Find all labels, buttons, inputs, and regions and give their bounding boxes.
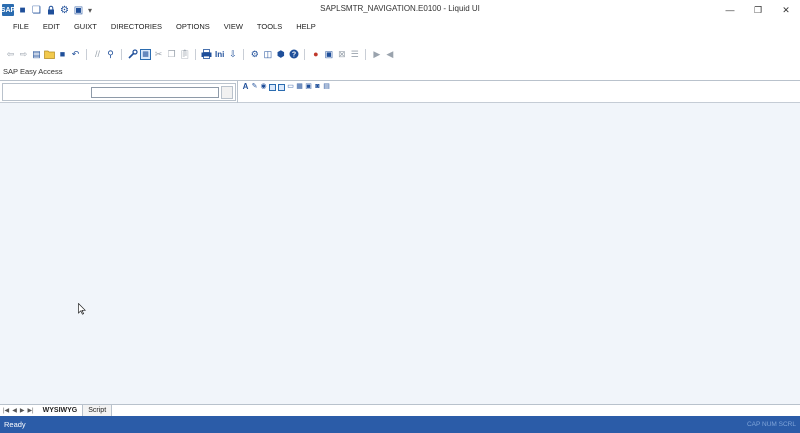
toolbar-separator <box>86 48 87 60</box>
keyboard-indicators: CAP NUM SCRL <box>746 421 796 428</box>
menu-view[interactable]: VIEW <box>217 20 250 34</box>
screen-icon[interactable]: ▣ <box>73 5 84 16</box>
forward-arrow-icon[interactable]: ⇨ <box>18 49 29 60</box>
copy-icon[interactable]: ❏ <box>31 5 42 16</box>
menu-guixt[interactable]: GUIXT <box>67 20 104 34</box>
recording-screen-icon[interactable]: ▣ <box>323 49 334 60</box>
text-element-icon[interactable]: A <box>242 83 249 91</box>
sound-icon[interactable]: ◀ <box>384 49 395 60</box>
toolbar-separator <box>243 48 245 60</box>
wrench-icon[interactable] <box>127 49 138 60</box>
tab-navigation: |◀ ◀ ▶ ▶| <box>0 407 34 414</box>
cut-icon[interactable]: ✂ <box>153 49 164 60</box>
next-tab-icon[interactable]: ▶ <box>20 407 25 414</box>
menu-bar: FILE EDIT GUIXT DIRECTORIES OPTIONS VIEW… <box>0 20 800 34</box>
svg-text:?: ? <box>292 52 296 59</box>
toolbar-separator <box>365 48 367 60</box>
help-icon[interactable]: ? <box>288 49 299 60</box>
editor-tab-strip: |◀ ◀ ▶ ▶| WYSIWYG Script <box>0 404 800 416</box>
open-folder-icon[interactable] <box>44 49 55 60</box>
box-element-icon[interactable] <box>278 83 285 91</box>
table-element-icon[interactable]: ▦ <box>296 83 303 91</box>
new-file-icon[interactable]: ▤ <box>31 49 42 60</box>
first-tab-icon[interactable]: |◀ <box>3 407 9 414</box>
radio-button-element-icon[interactable]: ◉ <box>260 83 267 91</box>
lock-icon[interactable] <box>45 5 56 16</box>
layers-icon[interactable]: ◫ <box>262 49 273 60</box>
paste-icon[interactable]: 📋︎ <box>179 49 190 60</box>
delete-recording-icon[interactable]: ⊠ <box>336 49 347 60</box>
menu-edit[interactable]: EDIT <box>36 20 67 34</box>
package-icon[interactable]: ⬢ <box>275 49 286 60</box>
prev-tab-icon[interactable]: ◀ <box>12 407 17 414</box>
copy-element-icon[interactable]: ❐ <box>166 49 177 60</box>
back-arrow-icon[interactable]: ⇦ <box>5 49 16 60</box>
minimize-button[interactable]: — <box>716 0 744 20</box>
wysiwyg-canvas[interactable] <box>0 103 800 405</box>
comment-icon[interactable]: // <box>92 49 103 60</box>
mouse-cursor-icon <box>78 303 86 315</box>
record-icon[interactable]: ● <box>310 49 321 60</box>
element-palette: A ✎ ◉ ▭ ▦ ▣ ◙ ▤ <box>242 83 330 91</box>
command-field[interactable] <box>91 87 219 98</box>
screen-title: SAP Easy Access <box>3 67 63 76</box>
menu-file[interactable]: FILE <box>6 20 36 34</box>
status-bar: Ready CAP NUM SCRL <box>0 416 800 433</box>
editor-header: A ✎ ◉ ▭ ▦ ▣ ◙ ▤ <box>0 81 800 103</box>
inputfield-element-icon[interactable]: ▤ <box>323 83 330 91</box>
tab-script[interactable]: Script <box>83 405 113 416</box>
main-toolbar: ⇦ ⇨ ▤ ■ ↶ // ⚲ ▦ ✂ ❐ 📋︎ Ini ⇩ ⚙ ◫ ⬢ ? ● <box>0 46 800 62</box>
menu-help[interactable]: HELP <box>289 20 323 34</box>
tab-wysiwyg[interactable]: WYSIWYG <box>37 405 84 416</box>
quick-access-toolbar: SAP ■ ❏ ⚙ ▣ ▾ <box>0 0 93 20</box>
command-execute-button[interactable] <box>221 86 233 99</box>
save-icon[interactable]: ■ <box>17 5 28 16</box>
menu-tools[interactable]: TOOLS <box>250 20 289 34</box>
maximize-button[interactable]: ❐ <box>744 0 772 20</box>
status-text: Ready <box>4 420 26 429</box>
editor-area: A ✎ ◉ ▭ ▦ ▣ ◙ ▤ <box>0 80 800 405</box>
toolbar-separator <box>195 48 196 60</box>
close-button[interactable]: ✕ <box>772 0 800 20</box>
gear-icon[interactable]: ⚙ <box>59 5 70 16</box>
app-logo-icon[interactable]: SAP <box>1 4 15 16</box>
print-icon[interactable] <box>201 49 212 60</box>
run-script-icon[interactable]: ▶ <box>371 49 382 60</box>
toolbar-separator <box>121 48 122 60</box>
window-title: SAPLSMTR_NAVIGATION.E0100 - Liquid UI <box>320 4 480 13</box>
title-bar: SAP ■ ❏ ⚙ ▣ ▾ SAPLSMTR_NAVIGATION.E0100 … <box>0 0 800 20</box>
pencil-icon[interactable]: ✎ <box>251 83 258 91</box>
window-controls: — ❐ ✕ <box>716 0 800 20</box>
screen-select-icon[interactable]: ▦ <box>140 48 151 60</box>
pane-divider[interactable] <box>237 81 238 103</box>
save-file-icon[interactable]: ■ <box>57 49 68 60</box>
menu-options[interactable]: OPTIONS <box>169 20 217 34</box>
pushbutton-element-icon[interactable]: ◙ <box>314 83 321 91</box>
ini-button[interactable]: Ini <box>214 50 225 59</box>
liquid-ui-window: SAP ■ ❏ ⚙ ▣ ▾ SAPLSMTR_NAVIGATION.E0100 … <box>0 0 800 433</box>
script-list-icon[interactable]: ☰ <box>349 49 360 60</box>
command-field-container <box>2 83 236 101</box>
find-binoculars-icon[interactable]: ⚲ <box>105 49 116 60</box>
group-box-icon[interactable]: ▭ <box>287 83 294 91</box>
download-icon[interactable]: ⇩ <box>227 49 238 60</box>
checkbox-element-icon[interactable] <box>269 83 276 91</box>
dropdown-arrow-icon[interactable]: ▾ <box>87 5 93 16</box>
image-element-icon[interactable]: ▣ <box>305 83 312 91</box>
undo-icon[interactable]: ↶ <box>70 49 81 60</box>
toolbar-separator <box>304 48 306 60</box>
settings-gear-icon[interactable]: ⚙ <box>249 49 260 60</box>
last-tab-icon[interactable]: ▶| <box>27 407 33 414</box>
menu-directories[interactable]: DIRECTORIES <box>104 20 169 34</box>
